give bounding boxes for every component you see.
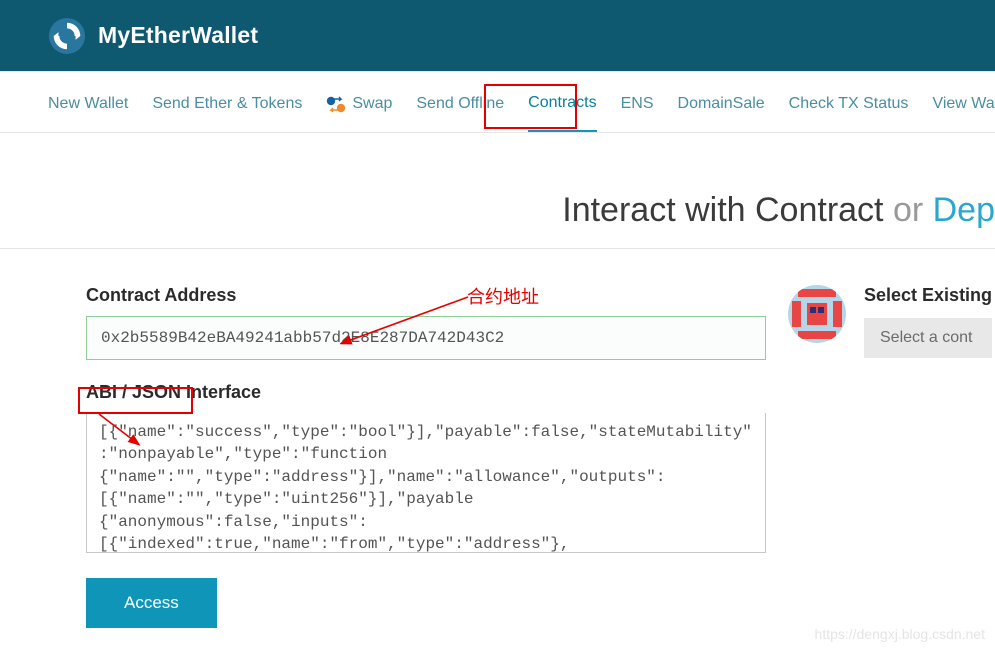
app-header: MyEtherWallet bbox=[0, 0, 995, 71]
side-column: Select Existing Select a cont bbox=[788, 285, 992, 628]
form-column: Contract Address ABI / JSON Interface [{… bbox=[86, 285, 766, 628]
nav-send-ether[interactable]: Send Ether & Tokens bbox=[152, 95, 302, 131]
abi-textarea[interactable]: [{"name":"success","type":"bool"}],"paya… bbox=[86, 413, 766, 553]
nav-swap-label: Swap bbox=[352, 95, 392, 113]
title-or: or bbox=[884, 191, 933, 229]
swap-icon bbox=[326, 96, 346, 113]
main-nav: New Wallet Send Ether & Tokens Swap Send… bbox=[0, 71, 995, 133]
nav-swap[interactable]: Swap bbox=[326, 95, 392, 131]
title-main: Interact with Contract bbox=[562, 191, 883, 229]
nav-contracts[interactable]: Contracts bbox=[528, 94, 596, 132]
nav-ens[interactable]: ENS bbox=[621, 95, 654, 131]
title-deploy-link[interactable]: Dep bbox=[933, 191, 995, 229]
address-label: Contract Address bbox=[86, 285, 766, 306]
nav-send-offline[interactable]: Send Offline bbox=[416, 95, 504, 131]
brand-logo[interactable]: MyEtherWallet bbox=[48, 17, 258, 55]
watermark-text: https://dengxj.blog.csdn.net bbox=[815, 626, 985, 642]
abi-label: ABI / JSON Interface bbox=[86, 382, 766, 403]
page-title: Interact with Contract or Dep bbox=[0, 153, 995, 249]
access-button[interactable]: Access bbox=[86, 578, 217, 628]
contract-address-input[interactable] bbox=[86, 316, 766, 360]
identicon-icon bbox=[788, 285, 846, 343]
nav-view-wallet[interactable]: View Wallet Info bbox=[932, 95, 995, 131]
nav-check-tx[interactable]: Check TX Status bbox=[789, 95, 909, 131]
select-existing-dropdown[interactable]: Select a cont bbox=[864, 318, 992, 358]
select-existing-label: Select Existing bbox=[864, 285, 992, 306]
mew-logo-icon bbox=[48, 17, 86, 55]
select-existing-block: Select Existing Select a cont bbox=[864, 285, 992, 358]
content-area: Contract Address ABI / JSON Interface [{… bbox=[0, 249, 995, 628]
nav-new-wallet[interactable]: New Wallet bbox=[48, 95, 128, 131]
nav-domainsale[interactable]: DomainSale bbox=[678, 95, 765, 131]
brand-name: MyEtherWallet bbox=[98, 22, 258, 49]
